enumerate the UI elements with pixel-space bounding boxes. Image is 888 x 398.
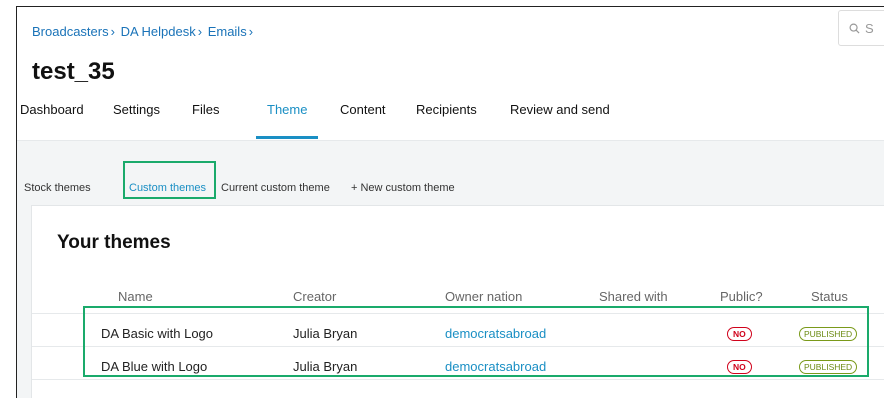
themes-card: Your themes Name Creator Owner nation Sh… (31, 205, 884, 398)
section-title: Your themes (57, 232, 171, 253)
subtab-current-custom-theme[interactable]: Current custom theme (221, 182, 330, 194)
column-header-shared-with: Shared with (599, 289, 668, 304)
tab-dashboard[interactable]: Dashboard (20, 102, 84, 134)
theme-owner-nation-link[interactable]: democratsabroad (445, 326, 546, 341)
tab-settings[interactable]: Settings (113, 102, 160, 134)
search-input[interactable]: S (838, 10, 884, 46)
table-row[interactable]: DA Blue with Logo Julia Bryan democratsa… (32, 346, 884, 379)
breadcrumb-da-helpdesk[interactable]: DA Helpdesk (121, 24, 196, 39)
breadcrumb: Broadcasters › DA Helpdesk › Emails › (32, 24, 255, 39)
theme-creator: Julia Bryan (293, 326, 358, 341)
active-tab-indicator (256, 136, 318, 139)
tab-content[interactable]: Content (340, 102, 386, 134)
tab-recipients[interactable]: Recipients (416, 102, 477, 134)
subtab-new-custom-theme[interactable]: + New custom theme (351, 182, 455, 194)
status-badge: PUBLISHED (799, 327, 858, 341)
column-header-public: Public? (720, 289, 763, 304)
column-header-creator[interactable]: Creator (293, 289, 336, 304)
search-placeholder: S (865, 20, 874, 36)
table-row[interactable]: DA Basic with Logo Julia Bryan democrats… (32, 313, 884, 346)
breadcrumb-separator: › (248, 24, 254, 39)
page-title: test_35 (32, 58, 115, 85)
tab-theme[interactable]: Theme (267, 102, 307, 134)
public-badge: NO (727, 360, 752, 374)
search-icon (849, 23, 860, 34)
theme-creator: Julia Bryan (293, 359, 358, 374)
theme-name[interactable]: DA Basic with Logo (101, 326, 213, 341)
breadcrumb-separator: › (110, 24, 115, 39)
breadcrumb-separator: › (197, 24, 203, 39)
subtab-stock-themes[interactable]: Stock themes (24, 182, 91, 194)
tab-review-and-send[interactable]: Review and send (510, 102, 610, 134)
status-badge: PUBLISHED (799, 360, 858, 374)
tab-files[interactable]: Files (192, 102, 219, 134)
breadcrumb-emails[interactable]: Emails (208, 24, 247, 39)
theme-owner-nation-link[interactable]: democratsabroad (445, 359, 546, 374)
main-tabs: Dashboard Settings Files Theme Content R… (17, 102, 884, 136)
column-header-status: Status (811, 289, 848, 304)
subtab-custom-themes[interactable]: Custom themes (129, 182, 206, 194)
column-header-name[interactable]: Name (118, 289, 153, 304)
breadcrumb-broadcasters[interactable]: Broadcasters (32, 24, 109, 39)
app-frame: Broadcasters › DA Helpdesk › Emails › S tes… (16, 6, 884, 398)
table-divider (32, 379, 884, 398)
column-header-owner-nation[interactable]: Owner nation (445, 289, 522, 304)
theme-name[interactable]: DA Blue with Logo (101, 359, 207, 374)
public-badge: NO (727, 327, 752, 341)
